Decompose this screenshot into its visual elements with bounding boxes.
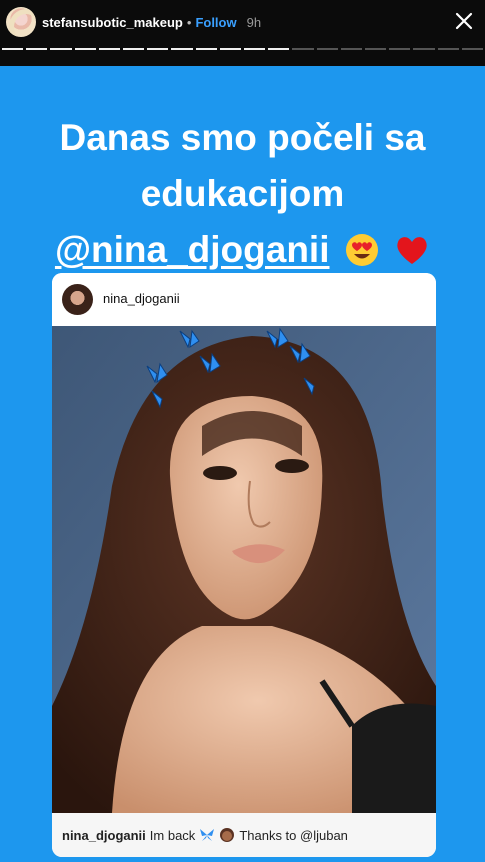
progress-segment xyxy=(413,48,435,50)
progress-segment xyxy=(365,48,387,50)
story-header: stefansubotic_makeup • Follow 9h xyxy=(0,0,485,66)
progress-segment xyxy=(147,48,169,50)
mention-link[interactable]: @nina_djoganii xyxy=(55,229,330,270)
post-author-avatar[interactable] xyxy=(62,284,93,315)
progress-segment xyxy=(461,48,484,50)
progress-segment xyxy=(316,48,338,50)
story-timestamp: 9h xyxy=(246,14,262,30)
progress-segment xyxy=(2,48,24,50)
progress-segment xyxy=(389,48,411,50)
caption-thanks: Thanks to @ljuban xyxy=(239,827,348,843)
progress-segment xyxy=(437,48,459,50)
progress-segment xyxy=(171,48,193,50)
story-headline: Danas smo počeli sa edukacijom @nina_djo… xyxy=(40,110,445,278)
butterfly-emoji xyxy=(200,829,215,841)
heart-eyes-emoji xyxy=(345,234,378,266)
shared-post-card[interactable]: nina_djoganii nina_djoganii Im back Than… xyxy=(52,273,436,857)
progress-segment xyxy=(74,48,96,50)
post-caption: nina_djoganii Im back Thanks to @ljuban xyxy=(52,813,436,857)
progress-segment xyxy=(123,48,145,50)
story-progress-bar xyxy=(2,48,484,50)
red-heart-emoji xyxy=(397,237,427,264)
profile-avatar[interactable] xyxy=(6,7,36,37)
follow-button[interactable]: Follow xyxy=(195,15,236,30)
progress-segment xyxy=(219,48,242,50)
post-header: nina_djoganii xyxy=(52,273,436,326)
post-photo xyxy=(52,326,436,813)
caption-text: Im back xyxy=(149,827,196,843)
progress-segment xyxy=(98,48,121,50)
progress-segment xyxy=(340,48,363,50)
story-content: Danas smo počeli sa edukacijom @nina_djo… xyxy=(0,66,485,862)
story-meta: stefansubotic_makeup • Follow 9h xyxy=(42,13,261,31)
separator-dot: • xyxy=(186,14,192,30)
headline-line-1: Danas smo počeli sa xyxy=(59,117,426,158)
progress-segment xyxy=(244,48,266,50)
woman-emoji xyxy=(220,828,235,842)
progress-segment xyxy=(26,48,48,50)
headline-line-2: edukacijom xyxy=(140,173,345,214)
progress-segment xyxy=(268,48,290,50)
caption-username[interactable]: nina_djoganii xyxy=(62,828,146,843)
post-author-name[interactable]: nina_djoganii xyxy=(103,291,180,306)
headline-line-3: @nina_djoganii xyxy=(40,222,445,278)
progress-segment xyxy=(50,48,72,50)
progress-segment xyxy=(292,48,314,50)
username-link[interactable]: stefansubotic_makeup xyxy=(42,15,183,30)
progress-segment xyxy=(195,48,217,50)
close-icon[interactable] xyxy=(453,10,475,32)
